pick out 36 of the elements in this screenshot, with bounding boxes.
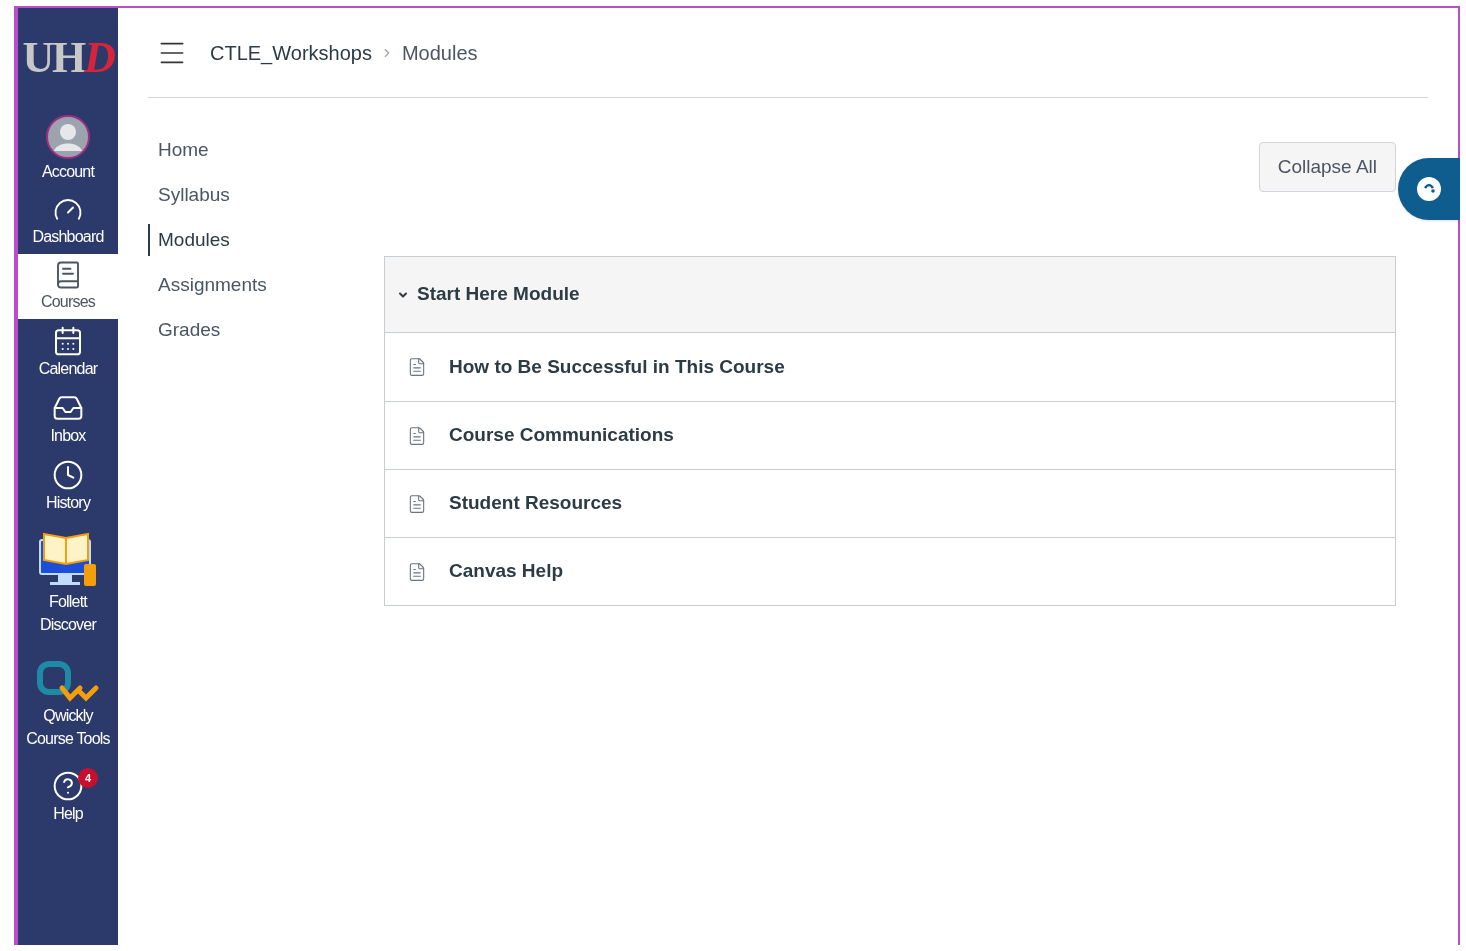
clock-icon	[52, 459, 84, 491]
chat-icon	[1416, 176, 1442, 202]
global-nav-item[interactable]: Follett Discover	[18, 520, 118, 650]
logo: UHD	[21, 32, 116, 84]
module-item[interactable]: Student Resources	[385, 469, 1395, 537]
course-nav-link[interactable]: Grades	[148, 314, 384, 346]
page-icon	[407, 493, 427, 514]
module-title: Start Here Module	[417, 282, 580, 307]
module-header[interactable]: Start Here Module	[385, 257, 1395, 333]
notification-badge: 4	[78, 768, 98, 788]
global-nav-item[interactable]: Calendar	[18, 319, 118, 386]
course-nav-link[interactable]: Home	[148, 134, 384, 166]
calendar-icon	[52, 325, 84, 357]
breadcrumb-link[interactable]: CTLE_Workshops	[210, 37, 372, 68]
global-nav-item[interactable]: History	[18, 453, 118, 520]
q-check-icon	[36, 660, 100, 704]
global-nav-item[interactable]: Inbox	[18, 386, 118, 453]
help-icon	[52, 770, 84, 802]
global-nav-item[interactable]: Account	[18, 108, 118, 189]
floating-help-tab[interactable]	[1398, 158, 1460, 220]
course-nav-link[interactable]: Assignments	[148, 269, 384, 301]
global-nav-item[interactable]: Courses	[18, 254, 118, 319]
module-item[interactable]: Canvas Help	[385, 537, 1395, 605]
page-icon	[407, 425, 427, 446]
module-item[interactable]: Course Communications	[385, 401, 1395, 469]
global-nav-item[interactable]: Qwickly Course Tools	[18, 650, 118, 764]
module-item[interactable]: How to Be Successful in This Course	[385, 333, 1395, 401]
global-nav-item[interactable]: Help 4	[18, 764, 118, 831]
global-nav-item[interactable]: Dashboard	[18, 189, 118, 254]
page-icon	[407, 357, 427, 377]
page-icon	[407, 561, 427, 582]
course-nav-link[interactable]: Syllabus	[148, 179, 384, 211]
collapse-all-button[interactable]: Collapse All	[1258, 142, 1396, 192]
avatar-icon	[45, 114, 91, 160]
breadcrumb-link[interactable]: Modules	[401, 37, 478, 68]
course-nav-link[interactable]: Modules	[148, 224, 384, 256]
